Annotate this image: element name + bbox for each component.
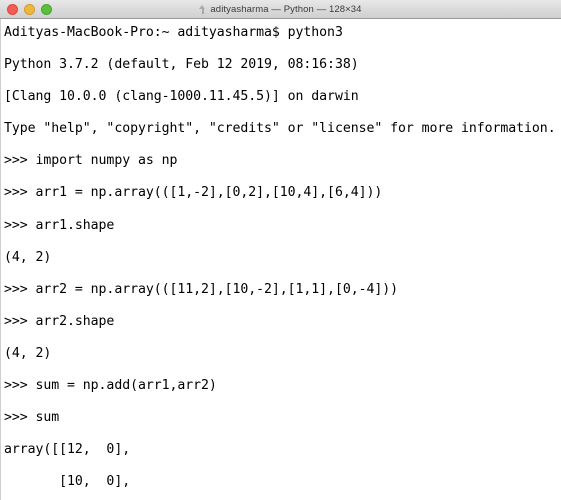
up-arrow-icon xyxy=(199,4,206,14)
terminal-line: Type "help", "copyright", "credits" or "… xyxy=(4,121,556,137)
terminal-line: Python 3.7.2 (default, Feb 12 2019, 08:1… xyxy=(4,57,359,73)
terminal-window: adityasharma — Python — 128×34 Adityas-M… xyxy=(0,0,561,500)
terminal-line: >>> arr2.shape xyxy=(4,313,115,329)
window-titlebar[interactable]: adityasharma — Python — 128×34 xyxy=(0,0,561,19)
terminal-line: array([[12, 0], xyxy=(4,442,131,458)
close-button[interactable] xyxy=(7,3,18,15)
maximize-button[interactable] xyxy=(41,3,52,15)
window-controls xyxy=(0,3,52,15)
window-title-group: adityasharma — Python — 128×34 xyxy=(0,0,561,18)
terminal-line: >>> arr2 = np.array(([11,2],[10,-2],[1,1… xyxy=(4,281,398,297)
terminal-line: >>> arr1.shape xyxy=(4,217,115,233)
minimize-button[interactable] xyxy=(24,3,35,15)
terminal-line: Adityas-MacBook-Pro:~ adityasharma$ pyth… xyxy=(4,25,343,40)
terminal-line: >>> sum = np.add(arr1,arr2) xyxy=(4,378,217,394)
terminal-line: (4, 2) xyxy=(4,345,52,361)
terminal-line: >>> sum xyxy=(4,410,60,426)
terminal-line: >>> arr1 = np.array(([1,-2],[0,2],[10,4]… xyxy=(4,185,383,201)
terminal-line: >>> import numpy as np xyxy=(4,153,178,169)
terminal-scroll-area[interactable]: Adityas-MacBook-Pro:~ adityasharma$ pyth… xyxy=(0,19,561,500)
terminal-line: [Clang 10.0.0 (clang-1000.11.45.5)] on d… xyxy=(4,89,359,105)
window-title: adityasharma — Python — 128×34 xyxy=(210,3,362,15)
terminal-line: [10, 0], xyxy=(4,474,131,490)
terminal-output: Adityas-MacBook-Pro:~ adityasharma$ pyth… xyxy=(4,25,561,500)
terminal-line: (4, 2) xyxy=(4,249,52,265)
